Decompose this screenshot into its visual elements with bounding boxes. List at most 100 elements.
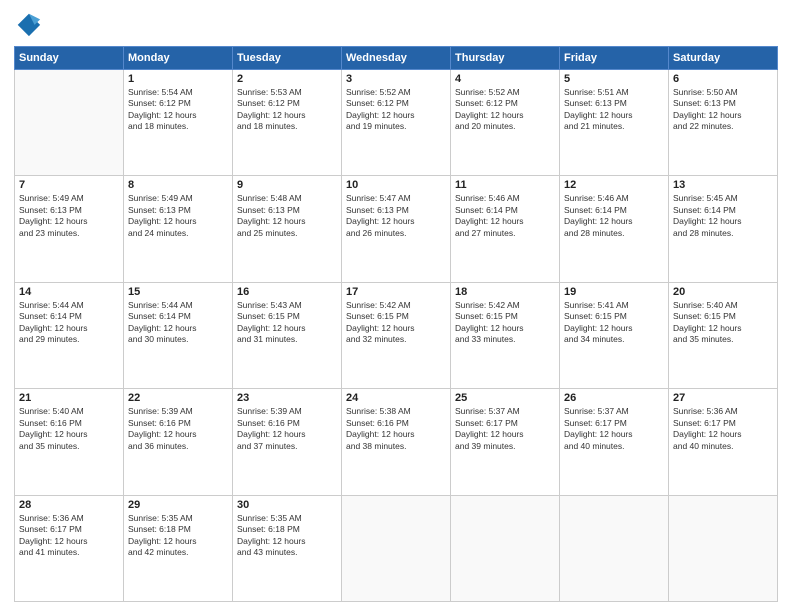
calendar-cell: 25 Sunrise: 5:37 AM Sunset: 6:17 PM Dayli… (451, 389, 560, 495)
calendar-week-row: 1 Sunrise: 5:54 AM Sunset: 6:12 PM Daylig… (15, 70, 778, 176)
day-number: 4 (455, 73, 555, 85)
day-number: 6 (673, 73, 773, 85)
day-number: 18 (455, 286, 555, 298)
day-info: Sunrise: 5:46 AM Sunset: 6:14 PM Dayligh… (564, 193, 664, 239)
calendar-cell: 27 Sunrise: 5:36 AM Sunset: 6:17 PM Dayli… (669, 389, 778, 495)
calendar-week-row: 28Sunrise: 5:36 AM Sunset: 6:17 PM Dayli… (15, 495, 778, 601)
calendar-cell: 24 Sunrise: 5:38 AM Sunset: 6:16 PM Dayli… (342, 389, 451, 495)
day-info: Sunrise: 5:39 AM Sunset: 6:16 PM Dayligh… (237, 406, 337, 452)
day-info: Sunrise: 5:36 AM Sunset: 6:17 PM Dayligh… (19, 513, 119, 559)
calendar-cell (15, 70, 124, 176)
calendar-cell (342, 495, 451, 601)
calendar-cell: 17 Sunrise: 5:42 AM Sunset: 6:15 PM Dayli… (342, 282, 451, 388)
calendar-cell: 14 Sunrise: 5:44 AM Sunset: 6:14 PM Dayli… (15, 282, 124, 388)
day-header-tuesday: Tuesday (233, 47, 342, 70)
day-info: Sunrise: 5:36 AM Sunset: 6:17 PM Dayligh… (673, 406, 773, 452)
calendar-cell: 19 Sunrise: 5:41 AM Sunset: 6:15 PM Dayli… (560, 282, 669, 388)
calendar-cell (669, 495, 778, 601)
calendar-cell: 9 Sunrise: 5:48 AM Sunset: 6:13 PM Daylig… (233, 176, 342, 282)
day-info: Sunrise: 5:49 AM Sunset: 6:13 PM Dayligh… (128, 193, 228, 239)
day-info: Sunrise: 5:47 AM Sunset: 6:13 PM Dayligh… (346, 193, 446, 239)
day-info: Sunrise: 5:43 AM Sunset: 6:15 PM Dayligh… (237, 300, 337, 346)
calendar-cell: 1 Sunrise: 5:54 AM Sunset: 6:12 PM Daylig… (124, 70, 233, 176)
day-number: 27 (673, 392, 773, 404)
calendar-cell: 3Sunrise: 5:52 AM Sunset: 6:12 PM Daylig… (342, 70, 451, 176)
day-info: Sunrise: 5:46 AM Sunset: 6:14 PM Dayligh… (455, 193, 555, 239)
day-number: 19 (564, 286, 664, 298)
day-header-thursday: Thursday (451, 47, 560, 70)
day-info: Sunrise: 5:52 AM Sunset: 6:12 PM Dayligh… (455, 87, 555, 133)
calendar-cell: 30 Sunrise: 5:35 AM Sunset: 6:18 PM Dayli… (233, 495, 342, 601)
calendar-table: SundayMondayTuesdayWednesdayThursdayFrid… (14, 46, 778, 602)
day-info: Sunrise: 5:54 AM Sunset: 6:12 PM Dayligh… (128, 87, 228, 133)
day-info: Sunrise: 5:37 AM Sunset: 6:17 PM Dayligh… (564, 406, 664, 452)
day-number: 30 (237, 499, 337, 511)
calendar-week-row: 7Sunrise: 5:49 AM Sunset: 6:13 PM Daylig… (15, 176, 778, 282)
calendar-cell: 26 Sunrise: 5:37 AM Sunset: 6:17 PM Dayli… (560, 389, 669, 495)
calendar-cell: 7Sunrise: 5:49 AM Sunset: 6:13 PM Daylig… (15, 176, 124, 282)
calendar-cell: 6 Sunrise: 5:50 AM Sunset: 6:13 PM Daylig… (669, 70, 778, 176)
day-number: 12 (564, 179, 664, 191)
day-number: 8 (128, 179, 228, 191)
day-header-wednesday: Wednesday (342, 47, 451, 70)
calendar-cell (451, 495, 560, 601)
day-info: Sunrise: 5:40 AM Sunset: 6:16 PM Dayligh… (19, 406, 119, 452)
day-number: 21 (19, 392, 119, 404)
day-number: 5 (564, 73, 664, 85)
day-info: Sunrise: 5:51 AM Sunset: 6:13 PM Dayligh… (564, 87, 664, 133)
day-number: 22 (128, 392, 228, 404)
day-number: 15 (128, 286, 228, 298)
calendar-week-row: 21 Sunrise: 5:40 AM Sunset: 6:16 PM Dayli… (15, 389, 778, 495)
calendar-cell: 2Sunrise: 5:53 AM Sunset: 6:12 PM Daylig… (233, 70, 342, 176)
header (14, 10, 778, 38)
page: SundayMondayTuesdayWednesdayThursdayFrid… (0, 0, 792, 612)
calendar-cell: 11 Sunrise: 5:46 AM Sunset: 6:14 PM Dayli… (451, 176, 560, 282)
day-header-sunday: Sunday (15, 47, 124, 70)
day-number: 25 (455, 392, 555, 404)
day-info: Sunrise: 5:48 AM Sunset: 6:13 PM Dayligh… (237, 193, 337, 239)
day-header-friday: Friday (560, 47, 669, 70)
day-number: 14 (19, 286, 119, 298)
day-info: Sunrise: 5:39 AM Sunset: 6:16 PM Dayligh… (128, 406, 228, 452)
day-number: 20 (673, 286, 773, 298)
day-number: 16 (237, 286, 337, 298)
day-number: 3 (346, 73, 446, 85)
day-info: Sunrise: 5:50 AM Sunset: 6:13 PM Dayligh… (673, 87, 773, 133)
calendar-cell: 22 Sunrise: 5:39 AM Sunset: 6:16 PM Dayli… (124, 389, 233, 495)
day-info: Sunrise: 5:42 AM Sunset: 6:15 PM Dayligh… (455, 300, 555, 346)
day-info: Sunrise: 5:53 AM Sunset: 6:12 PM Dayligh… (237, 87, 337, 133)
calendar-cell: 4 Sunrise: 5:52 AM Sunset: 6:12 PM Daylig… (451, 70, 560, 176)
day-info: Sunrise: 5:35 AM Sunset: 6:18 PM Dayligh… (128, 513, 228, 559)
calendar-cell: 23 Sunrise: 5:39 AM Sunset: 6:16 PM Dayli… (233, 389, 342, 495)
day-number: 17 (346, 286, 446, 298)
calendar-header-row: SundayMondayTuesdayWednesdayThursdayFrid… (15, 47, 778, 70)
day-number: 13 (673, 179, 773, 191)
day-number: 24 (346, 392, 446, 404)
day-info: Sunrise: 5:42 AM Sunset: 6:15 PM Dayligh… (346, 300, 446, 346)
day-number: 26 (564, 392, 664, 404)
day-info: Sunrise: 5:35 AM Sunset: 6:18 PM Dayligh… (237, 513, 337, 559)
day-header-monday: Monday (124, 47, 233, 70)
calendar-cell: 18 Sunrise: 5:42 AM Sunset: 6:15 PM Dayli… (451, 282, 560, 388)
day-number: 9 (237, 179, 337, 191)
day-number: 1 (128, 73, 228, 85)
day-number: 11 (455, 179, 555, 191)
calendar-cell: 16 Sunrise: 5:43 AM Sunset: 6:15 PM Dayli… (233, 282, 342, 388)
day-info: Sunrise: 5:49 AM Sunset: 6:13 PM Dayligh… (19, 193, 119, 239)
day-header-saturday: Saturday (669, 47, 778, 70)
day-number: 23 (237, 392, 337, 404)
day-info: Sunrise: 5:38 AM Sunset: 6:16 PM Dayligh… (346, 406, 446, 452)
calendar-week-row: 14 Sunrise: 5:44 AM Sunset: 6:14 PM Dayli… (15, 282, 778, 388)
day-info: Sunrise: 5:41 AM Sunset: 6:15 PM Dayligh… (564, 300, 664, 346)
logo (14, 10, 46, 38)
day-number: 29 (128, 499, 228, 511)
day-info: Sunrise: 5:37 AM Sunset: 6:17 PM Dayligh… (455, 406, 555, 452)
calendar-cell: 28Sunrise: 5:36 AM Sunset: 6:17 PM Dayli… (15, 495, 124, 601)
day-info: Sunrise: 5:44 AM Sunset: 6:14 PM Dayligh… (19, 300, 119, 346)
calendar-cell: 20 Sunrise: 5:40 AM Sunset: 6:15 PM Dayli… (669, 282, 778, 388)
day-info: Sunrise: 5:40 AM Sunset: 6:15 PM Dayligh… (673, 300, 773, 346)
calendar-cell: 15Sunrise: 5:44 AM Sunset: 6:14 PM Dayli… (124, 282, 233, 388)
calendar-cell: 29 Sunrise: 5:35 AM Sunset: 6:18 PM Dayli… (124, 495, 233, 601)
calendar-cell: 13 Sunrise: 5:45 AM Sunset: 6:14 PM Dayli… (669, 176, 778, 282)
day-info: Sunrise: 5:45 AM Sunset: 6:14 PM Dayligh… (673, 193, 773, 239)
